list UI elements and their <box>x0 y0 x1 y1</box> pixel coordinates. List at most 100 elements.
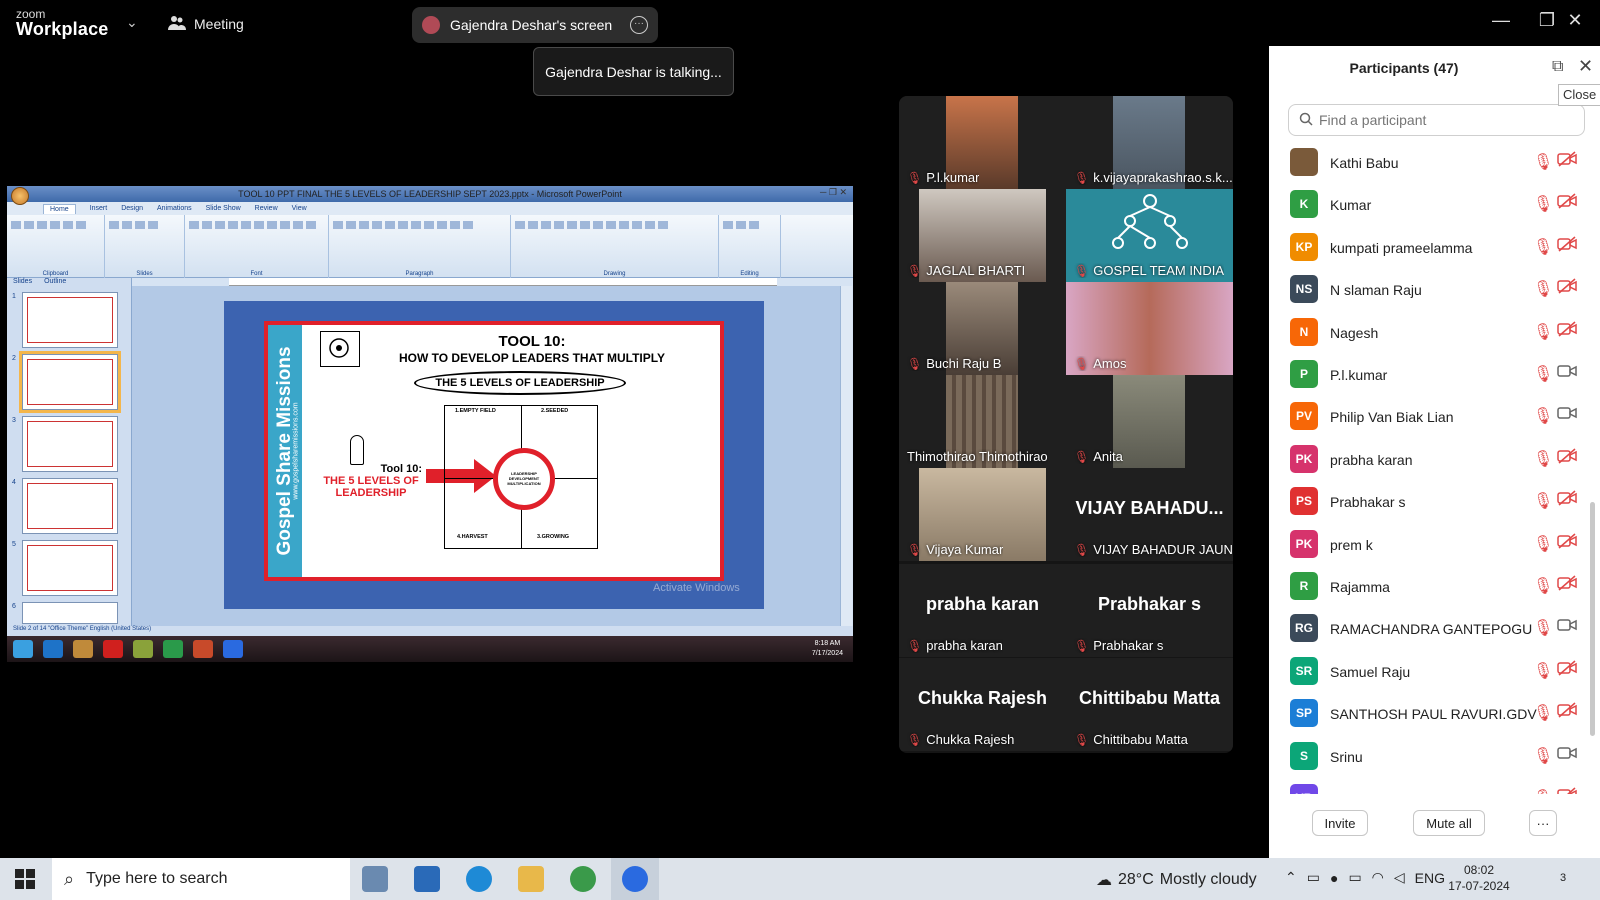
pop-out-icon[interactable]: ⧉ <box>1552 58 1563 76</box>
restore-icon[interactable]: ❐ <box>1532 10 1562 31</box>
video-tile[interactable]: 🎙 JAGLAL BHARTI <box>899 189 1066 282</box>
participant-row[interactable]: SR Samuel Raju 🎙 <box>1269 651 1589 693</box>
mic-off-icon[interactable]: 🎙 <box>1533 703 1553 723</box>
video-off-icon[interactable] <box>1557 321 1579 341</box>
participant-row[interactable]: NS N slaman Raju 🎙 <box>1269 269 1589 311</box>
video-tile[interactable]: prabha karan 🎙 prabha karan <box>899 564 1066 657</box>
tile-name: Vijaya Kumar <box>926 542 1004 557</box>
video-on-icon[interactable] <box>1557 745 1579 765</box>
participant-row[interactable]: Kathi Babu 🎙 <box>1269 142 1589 184</box>
mic-off-icon[interactable]: 🎙 <box>1533 491 1553 511</box>
mic-off-icon[interactable]: 🎙 <box>1533 661 1553 681</box>
mic-off-icon[interactable]: 🎙 <box>1533 788 1553 794</box>
video-on-icon[interactable] <box>1557 363 1579 383</box>
video-tile[interactable]: 🎙 P.l.kumar <box>899 96 1066 189</box>
video-tile[interactable]: Thimothirao Thimothirao <box>899 375 1066 468</box>
slide-tool-a: Tool 10: <box>380 463 422 475</box>
mic-off-icon[interactable]: 🎙 <box>1533 194 1553 214</box>
meeting-button[interactable]: Meeting <box>168 12 244 36</box>
meet-now-icon[interactable]: ▭ <box>1307 869 1320 886</box>
mic-off-icon[interactable]: 🎙 <box>1533 322 1553 342</box>
chrome-icon[interactable] <box>570 866 596 892</box>
notifications-icon[interactable]: 3 <box>1560 868 1582 890</box>
mic-off-icon[interactable]: 🎙 <box>1533 618 1553 638</box>
video-on-icon[interactable] <box>1557 617 1579 637</box>
participant-row[interactable]: PS Prabhakar s 🎙 <box>1269 481 1589 523</box>
mic-off-icon[interactable]: 🎙 <box>1533 534 1553 554</box>
video-off-icon[interactable] <box>1557 236 1579 256</box>
video-tile[interactable]: Chittibabu Matta 🎙 Chittibabu Matta <box>1066 658 1233 751</box>
volume-icon[interactable]: ◁ <box>1394 869 1405 886</box>
participant-row[interactable]: R Rajamma 🎙 <box>1269 566 1589 608</box>
mic-off-icon[interactable]: 🎙 <box>1533 576 1553 596</box>
participant-search-input[interactable] <box>1319 112 1569 128</box>
mic-off-icon[interactable]: 🎙 <box>1533 406 1553 426</box>
file-explorer-icon[interactable] <box>518 866 544 892</box>
participant-row[interactable]: SP SANTHOSH PAUL RAVURI.GDV 🎙 <box>1269 693 1589 735</box>
participant-row[interactable]: K Kumar 🎙 <box>1269 184 1589 226</box>
participant-row[interactable]: P P.l.kumar 🎙 <box>1269 354 1589 396</box>
title-bar: zoom Workplace ⌄ Meeting Gajendra Deshar… <box>0 0 1600 46</box>
edge-icon[interactable] <box>466 866 492 892</box>
more-button[interactable]: ··· <box>1529 810 1557 836</box>
taskbar-clock[interactable]: 08:02 17-07-2024 <box>1440 862 1518 894</box>
close-window-icon[interactable]: ✕ <box>1560 10 1590 31</box>
panel-tab: Outline <box>44 278 67 285</box>
video-off-icon[interactable] <box>1557 660 1579 680</box>
more-options-icon[interactable]: ··· <box>630 16 648 34</box>
participant-search[interactable] <box>1288 104 1585 136</box>
battery-icon[interactable]: ▭ <box>1348 869 1361 886</box>
video-tile[interactable]: 🎙 Vijaya Kumar <box>899 468 1066 561</box>
weather-widget[interactable]: ☁ 28°C Mostly cloudy <box>1096 870 1257 890</box>
video-tile[interactable]: 🎙 k.vijayaprakashrao.s.k.... <box>1066 96 1233 189</box>
minimize-icon[interactable]: — <box>1486 10 1516 31</box>
zoom-icon[interactable] <box>622 866 648 892</box>
video-tile[interactable]: 🎙 GOSPEL TEAM INDIA <box>1066 189 1233 282</box>
video-off-icon[interactable] <box>1557 575 1579 595</box>
video-tile[interactable]: 🎙 Amos <box>1066 282 1233 375</box>
mic-off-icon[interactable]: 🎙 <box>1533 152 1553 172</box>
video-tile[interactable]: Chukka Rajesh 🎙 Chukka Rajesh <box>899 658 1066 751</box>
taskbar-search[interactable]: ⌕ Type here to search <box>52 858 350 900</box>
video-off-icon[interactable] <box>1557 193 1579 213</box>
task-view-icon[interactable] <box>362 866 388 892</box>
participant-row[interactable]: PK prabha karan 🎙 <box>1269 439 1589 481</box>
close-panel-icon[interactable]: ✕ <box>1578 56 1593 77</box>
mic-off-icon[interactable]: 🎙 <box>1533 746 1553 766</box>
video-tile[interactable]: VIJAY BAHADU... 🎙 VIJAY BAHADUR JAUN... <box>1066 468 1233 561</box>
mic-off-icon[interactable]: 🎙 <box>1533 279 1553 299</box>
video-off-icon[interactable] <box>1557 533 1579 553</box>
invite-button[interactable]: Invite <box>1312 810 1368 836</box>
video-off-icon[interactable] <box>1557 490 1579 510</box>
video-off-icon[interactable] <box>1557 278 1579 298</box>
video-off-icon[interactable] <box>1557 448 1579 468</box>
video-off-icon[interactable] <box>1557 702 1579 722</box>
participant-row[interactable]: VR Velangini Raju Dodda 🎙 <box>1269 778 1589 794</box>
mute-all-button[interactable]: Mute all <box>1413 810 1485 836</box>
microphone-icon[interactable]: ● <box>1330 870 1338 886</box>
mic-off-icon[interactable]: 🎙 <box>1533 237 1553 257</box>
participant-row[interactable]: S Srinu 🎙 <box>1269 736 1589 778</box>
chevron-up-icon[interactable]: ⌃ <box>1285 869 1297 886</box>
participant-row[interactable]: PK prem k 🎙 <box>1269 524 1589 566</box>
video-tile[interactable]: 🎙 Buchi Raju B <box>899 282 1066 375</box>
tile-name: Prabhakar s <box>1093 638 1164 653</box>
video-tile[interactable]: Prabhakar s 🎙 Prabhakar s <box>1066 564 1233 657</box>
screen-share-pill[interactable]: Gajendra Deshar's screen ··· <box>412 7 658 43</box>
participant-row[interactable]: PV Philip Van Biak Lian 🎙 <box>1269 396 1589 438</box>
video-off-icon[interactable] <box>1557 787 1579 794</box>
mic-off-icon[interactable]: 🎙 <box>1533 364 1553 384</box>
windows-start-icon[interactable] <box>14 868 36 890</box>
participant-row[interactable]: N Nagesh 🎙 <box>1269 312 1589 354</box>
participant-row[interactable]: RG RAMACHANDRA GANTEPOGU 🎙 <box>1269 608 1589 650</box>
video-off-icon[interactable] <box>1557 151 1579 171</box>
mic-off-icon[interactable]: 🎙 <box>1533 449 1553 469</box>
participant-scrollbar[interactable] <box>1590 502 1595 736</box>
video-tile[interactable]: 🎙 Anita <box>1066 375 1233 468</box>
mail-icon[interactable] <box>414 866 440 892</box>
chevron-down-icon[interactable]: ⌄ <box>126 14 138 31</box>
zoom-logo[interactable]: zoom Workplace <box>16 8 109 38</box>
participant-row[interactable]: KP kumpati prameelamma 🎙 <box>1269 227 1589 269</box>
wifi-icon[interactable]: ◠ <box>1372 869 1384 886</box>
video-on-icon[interactable] <box>1557 405 1579 425</box>
